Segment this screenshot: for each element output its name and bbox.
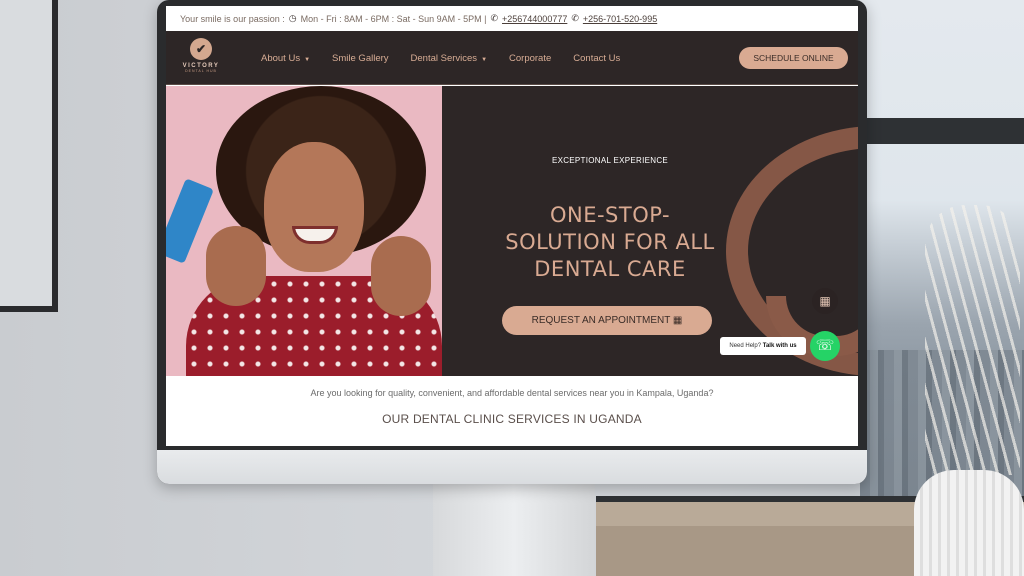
calendar-icon: ▦: [670, 315, 683, 326]
opening-hours: Mon - Fri : 8AM - 6PM : Sat - Sun 9AM - …: [300, 13, 487, 24]
nav-item-label: Smile Gallery: [332, 52, 389, 64]
main-navbar: ✔ VICTORY DENTAL HUB About Us ▼ Smile Gal…: [166, 31, 858, 85]
request-appointment-button[interactable]: REQUEST AN APPOINTMENT ▦: [502, 306, 712, 335]
schedule-online-button[interactable]: SCHEDULE ONLINE: [739, 47, 848, 69]
nav-item-about-us[interactable]: About Us ▼: [250, 53, 321, 64]
site-logo[interactable]: ✔ VICTORY DENTAL HUB: [178, 38, 224, 78]
calendar-icon[interactable]: ▦: [812, 288, 838, 314]
chat-help-prefix: Need Help?: [729, 343, 762, 349]
phone-link-1[interactable]: +256744000777: [502, 14, 567, 24]
hero-photo-woman-flossing: [166, 86, 442, 376]
top-info-bar: Your smile is our passion : ◷ Mon - Fri …: [166, 6, 858, 31]
nav-item-label: About Us: [261, 52, 301, 64]
chevron-down-icon: ▼: [304, 56, 311, 63]
monitor-stand: [433, 482, 595, 576]
hero-title: ONE-STOP- SOLUTION FOR ALL DENTAL CARE: [442, 202, 778, 283]
hero-title-line: DENTAL CARE: [534, 257, 686, 281]
chevron-down-icon: ▼: [481, 56, 488, 63]
browser-viewport: Your smile is our passion : ◷ Mon - Fri …: [166, 6, 858, 446]
intro-text: Are you looking for quality, convenient,…: [310, 388, 714, 398]
tooth-logo-icon: ✔: [190, 38, 212, 60]
whatsapp-icon[interactable]: ☏: [810, 331, 840, 361]
pampas-grass: [925, 205, 1020, 475]
nav-item-dental-services[interactable]: Dental Services ▼: [400, 53, 498, 64]
photo-hand-left: [206, 226, 266, 306]
nav-item-label: Corporate: [509, 52, 552, 64]
wall-picture-frame: [0, 0, 58, 312]
photo-face: [264, 142, 364, 272]
phone-icon: ✆: [490, 13, 499, 23]
section-title: OUR DENTAL CLINIC SERVICES IN UGANDA: [382, 412, 642, 426]
passion-text: Your smile is our passion :: [180, 13, 285, 24]
logo-subtitle: DENTAL HUB: [185, 69, 217, 73]
nav-item-corporate[interactable]: Corporate: [498, 53, 562, 64]
request-appointment-label: REQUEST AN APPOINTMENT: [531, 315, 671, 326]
nav-item-label: Contact Us: [573, 52, 621, 64]
phone-link-2[interactable]: +256-701-520-995: [583, 14, 657, 24]
chat-help-bubble[interactable]: Need Help? Talk with us: [720, 337, 806, 355]
hero-title-line: ONE-STOP-: [549, 203, 671, 227]
nav-item-smile-gallery[interactable]: Smile Gallery: [321, 53, 400, 64]
hero-title-line: SOLUTION FOR ALL: [505, 230, 715, 254]
vase: [914, 470, 1024, 576]
monitor-chin: [157, 450, 867, 484]
nav-menu: About Us ▼ Smile Gallery Dental Services ▼…: [250, 31, 631, 85]
window-frame-bar: [860, 118, 1024, 144]
hero-section: EXCEPTIONAL EXPERIENCE ONE-STOP- SOLUTIO…: [166, 86, 858, 376]
nav-item-contact-us[interactable]: Contact Us: [562, 53, 631, 64]
chat-help-action: Talk with us: [762, 343, 797, 349]
nav-item-label: Dental Services: [410, 52, 478, 64]
monitor: Your smile is our passion : ◷ Mon - Fri …: [157, 0, 867, 484]
hero-eyebrow: EXCEPTIONAL EXPERIENCE: [551, 156, 669, 165]
photo-hand-right: [371, 236, 431, 316]
phone-icon: ✆: [571, 13, 579, 23]
clock-icon: ◷: [288, 13, 297, 23]
